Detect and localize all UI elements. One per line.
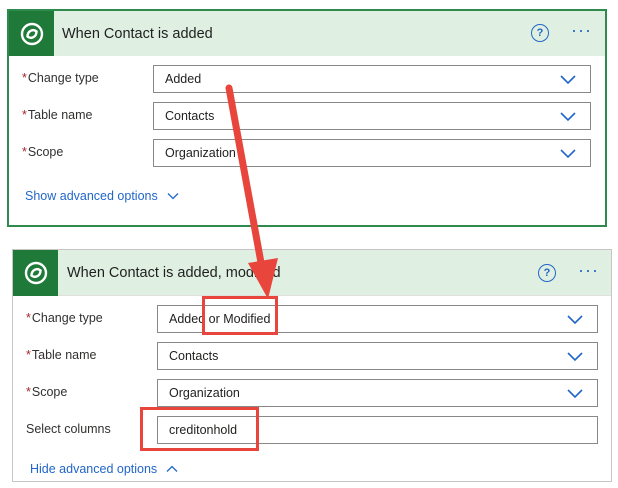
help-icon[interactable]: ? (531, 24, 549, 42)
advanced-link-label: Show advanced options (25, 189, 158, 203)
chevron-down-icon (567, 315, 583, 325)
field-label-scope: *Scope (26, 385, 68, 399)
card-title: When Contact is added (62, 25, 213, 42)
chevron-down-icon (167, 193, 179, 200)
hide-advanced-options-link[interactable]: Hide advanced options (30, 462, 178, 476)
change-type-dropdown[interactable]: Added (153, 65, 591, 93)
more-options-icon[interactable]: ··· (578, 261, 599, 279)
chevron-down-icon (560, 112, 576, 122)
scope-dropdown[interactable]: Organization (157, 379, 598, 407)
chevron-down-icon (567, 352, 583, 362)
field-label-table-name: *Table name (26, 348, 97, 362)
card-header[interactable]: When Contact is added ? ··· (9, 11, 605, 56)
field-label-scope: *Scope (22, 145, 64, 159)
change-type-value: Added or Modified (169, 312, 271, 326)
chevron-up-icon (166, 465, 178, 472)
change-type-value: Added (165, 72, 202, 86)
field-label-select-columns: Select columns (26, 422, 111, 436)
table-name-dropdown[interactable]: Contacts (157, 342, 598, 370)
more-options-icon[interactable]: ··· (571, 21, 592, 39)
field-label-change-type: *Change type (26, 311, 103, 325)
table-name-value: Contacts (165, 109, 215, 123)
trigger-card-contact-added-modified: When Contact is added, modified ? ··· *C… (12, 249, 612, 482)
table-name-value: Contacts (169, 349, 219, 363)
chevron-down-icon (560, 149, 576, 159)
field-label-table-name: *Table name (22, 108, 93, 122)
card-title: When Contact is added, modified (67, 264, 281, 281)
show-advanced-options-link[interactable]: Show advanced options (25, 189, 179, 203)
scope-value: Organization (169, 386, 240, 400)
chevron-down-icon (567, 389, 583, 399)
dataverse-icon (9, 11, 54, 56)
card-header[interactable]: When Contact is added, modified ? ··· (13, 250, 611, 296)
table-name-dropdown[interactable]: Contacts (153, 102, 591, 130)
advanced-link-label: Hide advanced options (30, 462, 158, 476)
change-type-dropdown[interactable]: Added or Modified (157, 305, 598, 333)
scope-value: Organization (165, 146, 236, 160)
scope-dropdown[interactable]: Organization (153, 139, 591, 167)
chevron-down-icon (560, 75, 576, 85)
select-columns-input[interactable] (157, 416, 598, 444)
help-icon[interactable]: ? (538, 264, 556, 282)
trigger-card-contact-added: When Contact is added ? ··· *Change type… (7, 9, 607, 227)
dataverse-icon (13, 250, 58, 296)
field-label-change-type: *Change type (22, 71, 99, 85)
